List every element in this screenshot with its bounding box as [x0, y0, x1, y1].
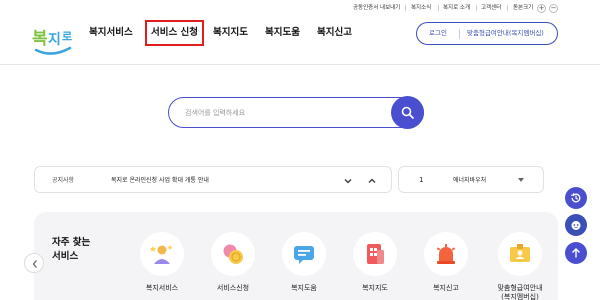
service-label: 복지신고	[433, 284, 459, 292]
select-number: 1	[419, 176, 424, 184]
frequent-services-title: 자주 찾는 서비스	[52, 237, 91, 262]
service-label: 맞춤형급여안내 (복지멤버십)	[497, 284, 543, 300]
arrow-up-icon	[572, 248, 580, 258]
nav-welfare-help[interactable]: 복지도움	[265, 22, 300, 44]
service-icon-circle	[211, 232, 255, 276]
service-item-help[interactable]: 복지도움	[274, 232, 334, 293]
login-button[interactable]: 로그인	[429, 23, 447, 44]
divider	[507, 5, 508, 11]
zoom-in-button[interactable]: +	[537, 4, 546, 13]
coins-icon	[223, 244, 243, 264]
welfare-news-link[interactable]: 복지소식	[411, 3, 431, 13]
person-stars-icon	[150, 245, 173, 264]
search-button[interactable]	[391, 96, 424, 129]
service-label: 복지도움	[291, 284, 317, 292]
scroll-top-button[interactable]	[565, 242, 587, 264]
utility-bar: 공동인증서 내보내기 복지소식 복지로 소개 고객센터 돋본크기 + −	[0, 3, 600, 13]
service-item-membership[interactable]: 맞춤형급여안내 (복지멤버십)	[490, 232, 550, 300]
service-icon-circle	[282, 232, 326, 276]
cert-export-link[interactable]: 공동인증서 내보내기	[353, 3, 400, 13]
svg-text:지: 지	[48, 32, 61, 48]
nav-welfare-services[interactable]: 복지서비스	[89, 22, 133, 44]
chevron-left-icon	[32, 260, 37, 268]
logo-icon: 복 지 로	[32, 29, 72, 55]
welfare-membership-button[interactable]: 맞춤형급여안내(복지멤버십)	[467, 23, 544, 44]
service-icon-circle	[498, 232, 542, 276]
nav-welfare-map[interactable]: 복지지도	[213, 22, 248, 44]
chatbot-icon	[571, 221, 581, 230]
chatbot-button[interactable]	[565, 214, 587, 236]
notice-bar: 공지사항 복지로 온라인신청 사업 확대 개통 안내	[34, 166, 392, 193]
notice-text[interactable]: 복지로 온라인신청 사업 확대 개통 안내	[111, 167, 209, 194]
divider	[476, 5, 477, 11]
map-icon	[367, 244, 384, 264]
service-label: 복지서비스	[145, 284, 179, 292]
header-divider	[0, 64, 600, 65]
customer-center-link[interactable]: 고객센터	[481, 3, 501, 13]
service-label: 서비스신청	[216, 284, 250, 292]
service-icon-circle	[424, 232, 468, 276]
search-input[interactable]	[185, 105, 385, 120]
search-box	[168, 97, 424, 128]
chat-bubble-icon	[294, 246, 314, 264]
notice-label: 공지사항	[52, 177, 75, 184]
history-icon	[571, 193, 581, 203]
divider	[405, 5, 406, 11]
zoom-out-button[interactable]: −	[549, 4, 558, 13]
nav-welfare-report[interactable]: 복지신고	[317, 22, 352, 44]
header-actions: 로그인 맞춤형급여안내(복지멤버십)	[416, 22, 558, 45]
caret-down-icon	[518, 178, 524, 182]
svg-text:로: 로	[62, 30, 72, 43]
service-label: 복지지도	[362, 284, 388, 292]
recent-history-button[interactable]	[565, 187, 587, 209]
service-item-map[interactable]: 복지지도	[345, 232, 405, 293]
service-item-report[interactable]: 복지신고	[416, 232, 476, 293]
service-select[interactable]: 1 에너지바우처	[398, 166, 544, 193]
service-item-welfare[interactable]: 복지서비스	[132, 232, 192, 293]
nav-service-apply[interactable]: 서비스 신청	[144, 20, 205, 46]
siren-icon	[436, 244, 456, 264]
id-card-icon	[510, 244, 530, 262]
search-icon	[401, 106, 414, 119]
site-logo[interactable]: 복 지 로	[30, 18, 78, 60]
svg-text:복: 복	[32, 29, 48, 49]
carousel-prev-button[interactable]	[24, 253, 44, 273]
chevron-down-icon[interactable]	[343, 176, 353, 186]
divider	[438, 5, 439, 11]
service-icon-circle	[140, 232, 184, 276]
service-icon-circle	[353, 232, 397, 276]
select-value: 에너지바우처	[453, 177, 487, 184]
divider	[459, 29, 460, 39]
font-size-label: 돋본크기	[513, 5, 534, 11]
chevron-up-icon[interactable]	[367, 176, 377, 186]
about-link[interactable]: 복지로 소개	[443, 3, 470, 13]
service-item-apply[interactable]: 서비스신청	[203, 232, 263, 293]
